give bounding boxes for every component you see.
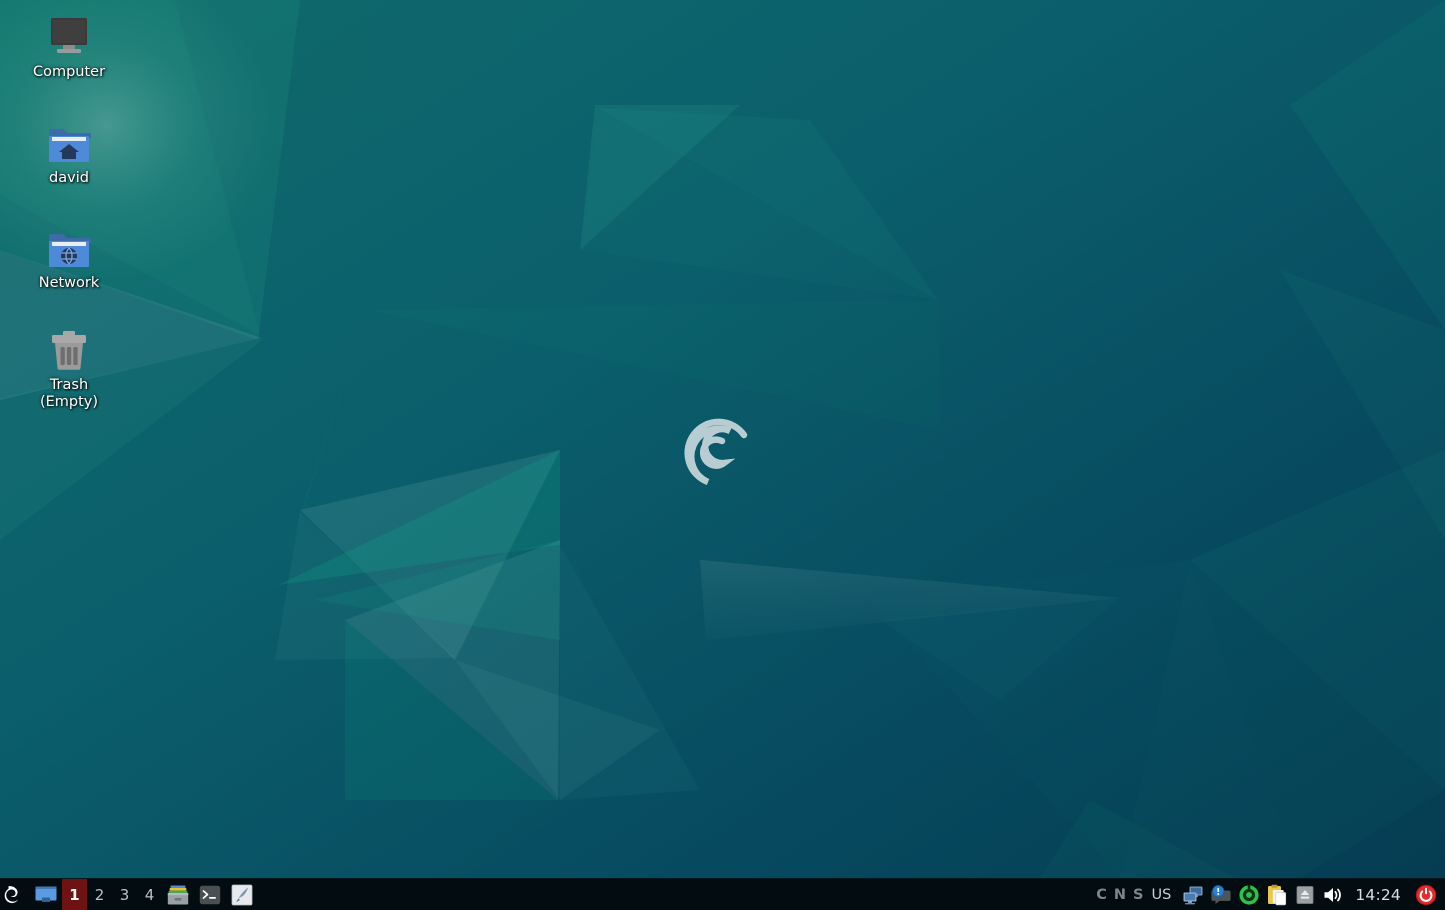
show-desktop-icon <box>35 886 57 902</box>
applications-menu-button[interactable] <box>0 879 30 910</box>
desktop-icon-label: Trash (Empty) <box>39 377 99 410</box>
desktop-icon-trash[interactable]: Trash (Empty) <box>14 325 124 411</box>
panel-right-group: C N S US 14:24 <box>1094 879 1445 910</box>
desktop-icon-layer: Computer david Network Trash (Empty) <box>0 0 160 878</box>
trash-empty-icon <box>14 325 124 373</box>
clipboard-icon <box>1268 884 1287 905</box>
desktop-icon-label: Network <box>38 275 100 291</box>
tray-update-notifier[interactable] <box>1207 879 1235 910</box>
network-monitor-icon <box>1183 886 1203 904</box>
launcher-terminal[interactable] <box>194 879 226 910</box>
workspace-switcher[interactable]: 1 2 3 4 <box>62 878 162 910</box>
debian-swirl-icon <box>4 885 18 903</box>
tray-clipboard-manager[interactable] <box>1263 879 1291 910</box>
tray-audio-volume[interactable] <box>1319 879 1347 910</box>
terminal-icon <box>199 885 221 904</box>
desktop-icon-computer[interactable]: Computer <box>14 12 124 81</box>
desktop[interactable]: Computer david Network Trash (Empty) 1 2… <box>0 0 1445 910</box>
desktop-wallpaper <box>0 0 1445 910</box>
computer-monitor-icon <box>14 12 124 60</box>
file-manager-icon <box>167 885 189 904</box>
home-folder-icon <box>14 118 124 166</box>
num-lock-indicator: N <box>1113 886 1127 903</box>
scroll-lock-indicator: S <box>1133 886 1144 903</box>
speaker-icon <box>1324 887 1342 902</box>
desktop-icon-label: Computer <box>32 64 106 80</box>
lock-key-indicators[interactable]: C N S <box>1094 887 1149 903</box>
desktop-icon-network[interactable]: Network <box>14 223 124 292</box>
desktop-icon-home[interactable]: david <box>14 118 124 187</box>
launcher-file-manager[interactable] <box>162 879 194 910</box>
keyboard-layout-button[interactable]: US <box>1150 887 1180 903</box>
update-notifier-icon <box>1211 884 1231 904</box>
power-manager-icon <box>1239 884 1259 905</box>
show-desktop-button[interactable] <box>30 879 62 910</box>
launcher-group <box>162 879 258 910</box>
caps-lock-indicator: C <box>1096 886 1107 903</box>
workspace-button-4[interactable]: 4 <box>137 879 162 910</box>
log-out-button[interactable] <box>1411 879 1441 910</box>
network-folder-icon <box>14 223 124 271</box>
tray-removable-drives[interactable] <box>1291 879 1319 910</box>
panel-left-group: 1 2 3 4 <box>0 878 258 910</box>
taskbar-panel[interactable]: 1 2 3 4 C N S US 14:24 <box>0 878 1445 910</box>
eject-icon <box>1296 885 1314 904</box>
launcher-text-editor[interactable] <box>226 879 258 910</box>
tray-power-manager[interactable] <box>1235 879 1263 910</box>
workspace-button-3[interactable]: 3 <box>112 879 137 910</box>
clock[interactable]: 14:24 <box>1347 886 1411 904</box>
workspace-button-2[interactable]: 2 <box>87 879 112 910</box>
desktop-icon-label: david <box>49 170 89 186</box>
workspace-button-1[interactable]: 1 <box>62 878 87 910</box>
tray-network-monitor[interactable] <box>1179 879 1207 910</box>
text-editor-icon <box>231 884 253 905</box>
power-icon <box>1415 884 1437 905</box>
